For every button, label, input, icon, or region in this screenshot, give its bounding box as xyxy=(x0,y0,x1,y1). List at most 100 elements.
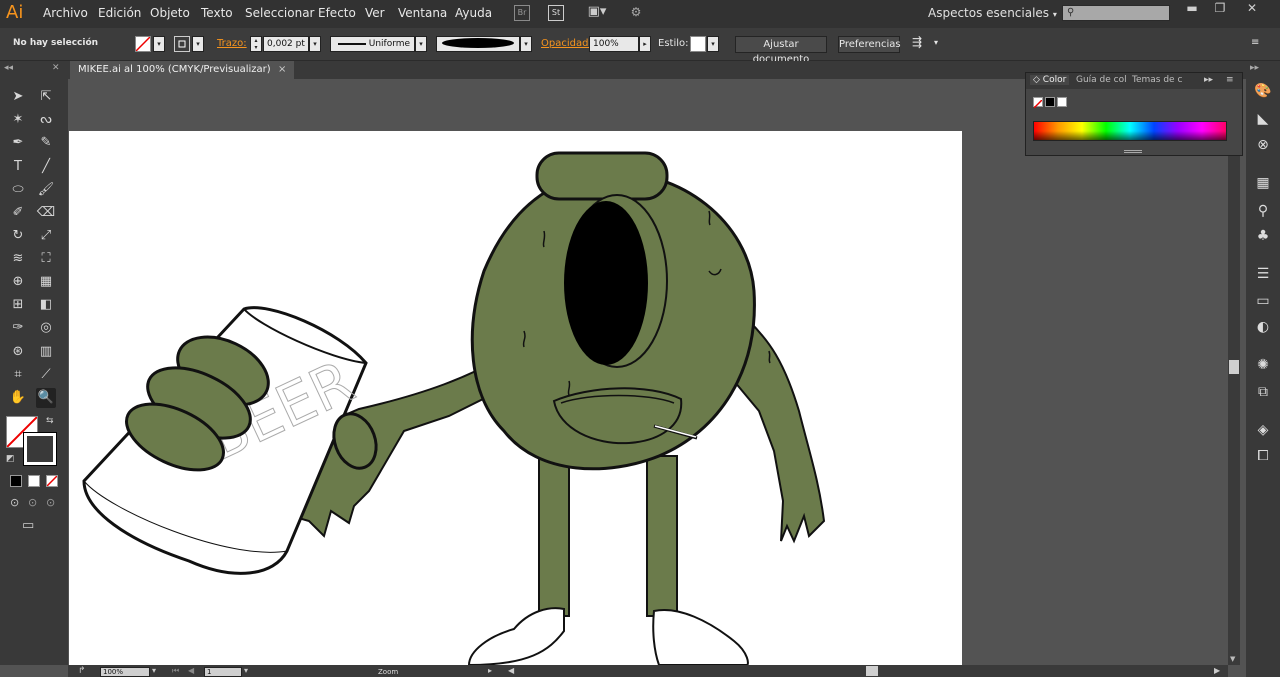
stroke-label[interactable]: Trazo: xyxy=(217,38,247,49)
draw-inside-icon[interactable]: ⊙ xyxy=(46,496,55,509)
horizontal-scroll-thumb[interactable] xyxy=(866,666,878,676)
stroke-weight-dropdown[interactable]: ▾ xyxy=(309,36,321,52)
menu-ventana[interactable]: Ventana xyxy=(398,6,447,20)
column-graph-tool-icon[interactable]: ▥ xyxy=(36,342,56,362)
menu-ayuda[interactable]: Ayuda xyxy=(455,6,492,20)
menu-objeto[interactable]: Objeto xyxy=(150,6,190,20)
scale-tool-icon[interactable]: ⤢ xyxy=(36,226,56,246)
panel-menu-icon[interactable]: ≡ xyxy=(1251,37,1259,48)
lasso-tool-icon[interactable]: ᔓ xyxy=(36,110,56,130)
align-dropdown-icon[interactable]: ▾ xyxy=(934,38,938,47)
style-dropdown[interactable]: ▾ xyxy=(707,36,719,52)
color-spectrum[interactable] xyxy=(1033,121,1227,141)
menu-seleccionar[interactable]: Seleccionar xyxy=(245,6,314,20)
toolbar-close-icon[interactable]: ✕ xyxy=(52,63,60,73)
rotate-tool-icon[interactable]: ↻ xyxy=(8,226,28,246)
zoom-dropdown-icon[interactable]: ▾ xyxy=(152,666,156,675)
brush-dropdown[interactable]: ▾ xyxy=(520,36,532,52)
scroll-right-icon[interactable]: ▶ xyxy=(1214,666,1220,675)
layers-panel-icon[interactable]: ◈ xyxy=(1254,421,1272,439)
slice-tool-icon[interactable]: ⟋ xyxy=(36,365,56,385)
none-color-swatch[interactable] xyxy=(1033,97,1043,109)
zoom-field[interactable]: 100% xyxy=(100,667,150,677)
selection-tool-icon[interactable]: ➤ xyxy=(8,87,28,107)
blend-tool-icon[interactable]: ◎ xyxy=(36,318,56,338)
stroke-weight-field[interactable]: 0,002 pt xyxy=(263,36,309,52)
fit-document-button[interactable]: Ajustar documento xyxy=(735,36,827,65)
search-input[interactable]: ⚲ xyxy=(1062,5,1170,21)
line-segment-tool-icon[interactable]: ╱ xyxy=(36,157,56,177)
stroke-weight-stepper[interactable]: ▴ ▾ xyxy=(250,36,262,52)
scroll-down-icon[interactable]: ▼ xyxy=(1230,655,1235,663)
artboard-number-field[interactable]: 1 xyxy=(204,667,242,677)
eyedropper-tool-icon[interactable]: ✑ xyxy=(8,318,28,338)
status-dropdown-icon[interactable]: ▸ xyxy=(488,666,492,675)
symbol-sprayer-tool-icon[interactable]: ⊛ xyxy=(8,342,28,362)
artboard-tool-icon[interactable]: ⌗ xyxy=(8,365,28,385)
status-menu-icon[interactable]: ↱ xyxy=(78,666,86,676)
swatches-icon[interactable]: ▦ xyxy=(1254,174,1272,192)
tab-color[interactable]: ◇ Color xyxy=(1030,75,1070,85)
mesh-tool-icon[interactable]: ⊞ xyxy=(8,295,28,315)
black-color-swatch[interactable] xyxy=(1045,97,1055,107)
panel-expand-icon[interactable]: ▸▸ xyxy=(1204,75,1213,85)
shaper-tool-icon[interactable]: ✐ xyxy=(8,203,28,223)
scroll-left-icon[interactable]: ◀ xyxy=(508,666,514,675)
curvature-tool-icon[interactable]: ✎ xyxy=(36,133,56,153)
panel-menu-icon[interactable]: ≡ xyxy=(1226,75,1234,85)
type-tool-icon[interactable]: T xyxy=(8,157,28,177)
bridge-icon[interactable]: Br xyxy=(514,5,530,21)
gradient-tool-icon[interactable]: ◧ xyxy=(36,295,56,315)
zoom-tool-icon[interactable]: 🔍 xyxy=(36,388,56,408)
arrange-documents-icon[interactable]: ▣▾ xyxy=(586,5,608,21)
close-window-button[interactable]: ✕ xyxy=(1240,2,1264,14)
restore-button[interactable]: ❐ xyxy=(1208,2,1232,14)
opacity-field[interactable]: 100% xyxy=(589,36,639,52)
direct-selection-tool-icon[interactable]: ⇱ xyxy=(36,87,56,107)
stroke-dropdown[interactable]: ▾ xyxy=(192,36,204,52)
brush-definition-select[interactable] xyxy=(436,36,520,52)
default-colors-icon[interactable]: ◩ xyxy=(6,454,15,464)
prev-artboard-icon[interactable]: ◀ xyxy=(188,666,194,675)
tab-color-guide[interactable]: Guía de col xyxy=(1076,75,1127,85)
opacity-dropdown[interactable]: ▸ xyxy=(639,36,651,52)
artboard[interactable]: BEER xyxy=(69,131,962,667)
stroke-profile-dropdown[interactable]: ▾ xyxy=(415,36,427,52)
stock-icon[interactable]: St xyxy=(548,5,564,21)
screen-mode-icon[interactable]: ▭ xyxy=(22,518,34,533)
artboards-panel-icon[interactable]: ⧠ xyxy=(1254,447,1272,465)
artboard-dropdown-icon[interactable]: ▾ xyxy=(244,666,248,675)
color-themes-icon[interactable]: ⊗ xyxy=(1254,136,1272,154)
minimize-button[interactable]: ▬ xyxy=(1180,2,1204,14)
gradient-panel-icon[interactable]: ▭ xyxy=(1254,292,1272,310)
stroke-swatch[interactable] xyxy=(174,36,190,52)
magic-wand-tool-icon[interactable]: ✶ xyxy=(8,110,28,130)
graphic-styles-icon[interactable]: ⧉ xyxy=(1254,383,1272,401)
panel-resize-handle[interactable] xyxy=(1124,150,1142,153)
menu-ver[interactable]: Ver xyxy=(365,6,385,20)
align-icon[interactable]: ⇶ xyxy=(912,35,922,49)
preferences-button[interactable]: Preferencias xyxy=(838,36,901,53)
dock-expand-icon[interactable]: ▸▸ xyxy=(1250,63,1259,73)
pen-tool-icon[interactable]: ✒ xyxy=(8,133,28,153)
appearance-panel-icon[interactable]: ✺ xyxy=(1254,356,1272,374)
vertical-scroll-thumb[interactable] xyxy=(1229,360,1239,374)
free-transform-tool-icon[interactable]: ⛶ xyxy=(36,249,56,269)
color-mode-icon[interactable] xyxy=(10,475,22,487)
draw-normal-icon[interactable]: ⊙ xyxy=(10,496,19,509)
menu-texto[interactable]: Texto xyxy=(201,6,233,20)
none-mode-icon[interactable] xyxy=(46,475,58,487)
document-tab-close-button[interactable]: × xyxy=(278,64,286,75)
first-artboard-icon[interactable]: ⏮ xyxy=(172,666,179,676)
stroke-profile-select[interactable]: Uniforme xyxy=(330,36,415,52)
stroke-color-box[interactable] xyxy=(23,432,57,466)
shape-builder-tool-icon[interactable]: ⊕ xyxy=(8,272,28,292)
menu-efecto[interactable]: Efecto xyxy=(318,6,356,20)
stroke-panel-icon[interactable]: ☰ xyxy=(1254,265,1272,283)
gradient-mode-icon[interactable] xyxy=(28,475,40,487)
document-tab[interactable]: MIKEE.ai al 100% (CMYK/Previsualizar) × xyxy=(70,61,294,79)
opacity-label[interactable]: Opacidad: xyxy=(541,38,592,49)
color-panel-icon[interactable]: 🎨 xyxy=(1254,82,1272,100)
fill-swatch[interactable] xyxy=(135,36,151,52)
tab-color-themes[interactable]: Temas de c xyxy=(1132,75,1182,85)
